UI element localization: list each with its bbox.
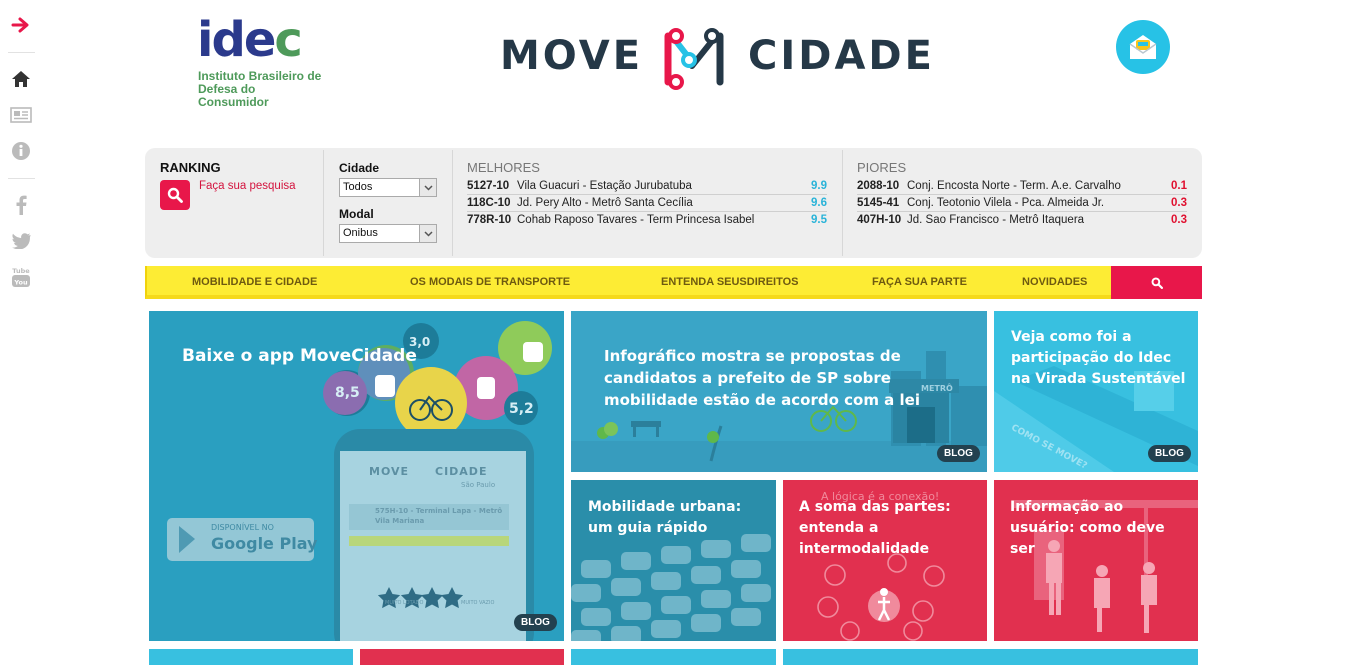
- nav-item-novidades[interactable]: NOVIDADES: [1022, 276, 1087, 288]
- newspaper-icon[interactable]: [10, 104, 32, 126]
- tile-title: Informação ao usuário: como deve ser: [1010, 499, 1165, 557]
- chevron-down-icon: [419, 225, 436, 242]
- nav-item-faca-sua-parte[interactable]: FAÇA SUA PARTE: [872, 276, 967, 288]
- idec-logo[interactable]: idec Instituto Brasileiro de Defesa do C…: [197, 12, 321, 109]
- info-icon[interactable]: [10, 140, 32, 162]
- mode-label: Modal: [339, 207, 374, 221]
- phone-rating-left: MUITO LOTADO: [385, 600, 424, 606]
- newsletter-button[interactable]: [1116, 20, 1170, 74]
- facebook-icon[interactable]: [10, 194, 32, 216]
- tile-title: Baixe o app MoveCidade: [182, 346, 417, 366]
- city-select[interactable]: Todos: [339, 178, 437, 197]
- city-label: Cidade: [339, 161, 380, 175]
- bubble-value: 5,2: [509, 401, 534, 417]
- best-lines-heading: MELHORES: [467, 160, 540, 175]
- search-icon: [167, 187, 183, 203]
- svg-text:You: You: [13, 279, 28, 287]
- worst-lines-heading: PIORES: [857, 160, 907, 175]
- phone-brand-left: MOVE: [369, 465, 410, 478]
- search-icon: [1151, 277, 1163, 289]
- tile-title: A soma das partes: entenda a intermodali…: [799, 499, 951, 557]
- nav-search-button[interactable]: [1111, 266, 1202, 299]
- blog-badge: BLOG: [937, 445, 980, 462]
- phone-city: São Paulo: [461, 481, 496, 489]
- twitter-icon[interactable]: [10, 230, 32, 252]
- ranking-title: RANKING: [160, 160, 221, 175]
- store-caption: DISPONÍVEL NO: [211, 523, 274, 532]
- tile-intermodalidade[interactable]: A lógica é a conexão! A soma das partes:…: [783, 480, 987, 641]
- mode-select-value: Onibus: [343, 227, 378, 239]
- tile-preview[interactable]: [783, 649, 1198, 665]
- best-line-row[interactable]: 778R-10 Cohab Raposo Tavares - Term Princ…: [467, 213, 827, 229]
- tile-preview[interactable]: [360, 649, 564, 665]
- tile-title: Infográfico mostra se propostas de candi…: [604, 347, 920, 409]
- ranking-search-button[interactable]: [160, 180, 190, 210]
- mode-select[interactable]: Onibus: [339, 224, 437, 243]
- best-line-row[interactable]: 5127-10 Vila Guacuri - Estação Jurubatuba…: [467, 179, 827, 195]
- worst-line-row[interactable]: 2088-10 Conj. Encosta Norte - Term. A.e. …: [857, 179, 1187, 195]
- idec-logo-subtitle: Instituto Brasileiro de Defesa do Consum…: [198, 69, 322, 109]
- home-icon[interactable]: [10, 68, 32, 90]
- worst-line-row[interactable]: 407H-10 Jd. Sao Francisco - Metrô Itaquer…: [857, 213, 1187, 229]
- left-rail: You Tube: [0, 0, 42, 665]
- tile-preview[interactable]: [149, 649, 353, 665]
- youtube-icon[interactable]: You Tube: [10, 266, 32, 288]
- brand-cidade-text: CIDADE: [748, 33, 935, 79]
- city-select-value: Todos: [343, 181, 373, 193]
- phone-line: 575H-10 - Terminal Lapa - Metrô: [375, 507, 503, 515]
- svg-text:Tube: Tube: [12, 267, 30, 275]
- phone-rating-right: MUITO VAZIO: [461, 600, 495, 606]
- tile-informacao[interactable]: Informação ao usuário: como deve ser: [994, 480, 1198, 641]
- worst-line-row[interactable]: 5145-41 Conj. Teotonio Vilela - Pca. Alme…: [857, 196, 1187, 212]
- tile-virada[interactable]: COMO SE MOVE? Veja como foi a participaç…: [994, 311, 1198, 472]
- phone-line: Vila Mariana: [375, 517, 425, 525]
- nav-item-mobilidade[interactable]: MOBILIDADE E CIDADE: [192, 276, 317, 288]
- chevron-down-icon: [419, 179, 436, 196]
- tile-mobilidade-guia[interactable]: Mobilidade urbana: um guia rápido: [571, 480, 776, 641]
- brand-m-logo[interactable]: [662, 26, 726, 90]
- phone-brand-right: CIDADE: [435, 465, 488, 478]
- google-play-badge[interactable]: Google Play: [211, 534, 317, 553]
- tile-app[interactable]: 3,0 8,5 5,2 MOVE CIDADE São Paulo 575H-1…: [149, 311, 564, 641]
- tile-title: Veja como foi a participação do Idec na …: [1011, 329, 1186, 387]
- tile-preview[interactable]: [571, 649, 776, 665]
- tile-title: Mobilidade urbana: um guia rápido: [588, 499, 742, 536]
- brand-move-text: MOVE: [500, 33, 644, 79]
- blog-badge: BLOG: [1148, 445, 1191, 462]
- idec-logo-word: idec: [197, 12, 303, 68]
- nav-item-modais[interactable]: OS MODAIS DE TRANSPORTE: [410, 276, 570, 288]
- main-nav: MOBILIDADE E CIDADE OS MODAIS DE TRANSPO…: [145, 266, 1111, 299]
- tile-infografico[interactable]: METRÔ Infográfico mostra se propostas de…: [571, 311, 987, 472]
- bubble-value: 8,5: [335, 385, 360, 401]
- best-line-row[interactable]: 118C-10 Jd. Pery Alto - Metrô Santa Cecíl…: [467, 196, 827, 212]
- blog-badge: BLOG: [514, 614, 557, 631]
- nav-item-direitos[interactable]: ENTENDA SEUSDIREITOS: [661, 276, 799, 288]
- ranking-panel: RANKING Faça sua pesquisa Cidade Todos M…: [145, 148, 1202, 258]
- arrow-right-icon[interactable]: [10, 14, 32, 36]
- ranking-search-link[interactable]: Faça sua pesquisa: [199, 180, 296, 192]
- mail-bus-icon: [1129, 35, 1157, 59]
